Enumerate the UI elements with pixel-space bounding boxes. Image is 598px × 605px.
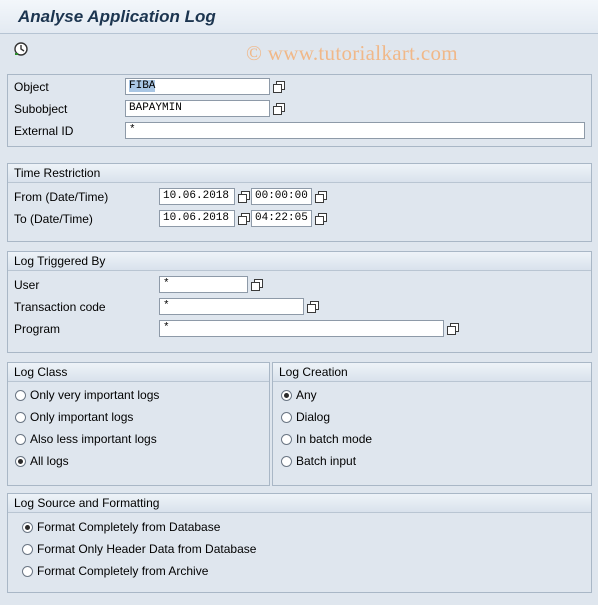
user-value-help-button[interactable]	[249, 276, 264, 292]
group-heading: Time Restriction	[8, 164, 591, 183]
from-date-help-button[interactable]	[236, 188, 251, 204]
watermark: © www.tutorialkart.com	[246, 41, 458, 65]
log-source-option[interactable]: Format Completely from Database	[22, 520, 220, 534]
from-label: From (Date/Time)	[14, 190, 109, 204]
log-class-group: Log Class Only very important logs Only …	[7, 362, 270, 486]
radio-button-icon	[15, 411, 26, 423]
to-label: To (Date/Time)	[14, 212, 93, 226]
external-id-input[interactable]: *	[125, 122, 585, 139]
log-source-option[interactable]: Format Completely from Archive	[22, 564, 208, 578]
radio-button-icon	[22, 565, 33, 577]
group-heading: Log Triggered By	[8, 252, 591, 271]
user-input[interactable]: *	[159, 276, 248, 293]
clock-execute-icon	[14, 42, 28, 56]
log-creation-group: Log Creation Any Dialog In batch mode Ba…	[272, 362, 592, 486]
from-time-input[interactable]: 00:00:00	[251, 188, 312, 205]
user-label: User	[14, 278, 40, 292]
log-source-option[interactable]: Format Only Header Data from Database	[22, 542, 256, 556]
to-time-input[interactable]: 04:22:05	[251, 210, 312, 227]
transaction-code-input[interactable]: *	[159, 298, 304, 315]
radio-button-icon	[281, 455, 292, 467]
group-heading: Log Class	[8, 363, 269, 382]
program-value-help-button[interactable]	[445, 320, 460, 336]
group-heading: Log Source and Formatting	[8, 494, 591, 513]
radio-button-icon	[15, 433, 26, 445]
to-date-help-button[interactable]	[236, 210, 251, 226]
log-creation-option[interactable]: In batch mode	[281, 432, 372, 446]
object-value-help-button[interactable]	[271, 78, 286, 94]
transaction-code-help-button[interactable]	[305, 298, 320, 314]
to-date-input[interactable]: 10.06.2018	[159, 210, 235, 227]
program-input[interactable]: *	[159, 320, 444, 337]
log-class-option[interactable]: Only very important logs	[15, 388, 159, 402]
transaction-code-label: Transaction code	[14, 300, 106, 314]
log-class-option[interactable]: All logs	[15, 454, 69, 468]
object-input[interactable]: FIBA	[125, 78, 270, 95]
radio-button-icon	[281, 433, 292, 445]
log-creation-option[interactable]: Any	[281, 388, 317, 402]
external-id-label: External ID	[14, 124, 74, 138]
selection-block: Object FIBA Subobject BAPAYMIN External …	[7, 74, 592, 147]
log-creation-option[interactable]: Batch input	[281, 454, 356, 468]
log-triggered-by-group: Log Triggered By User * Transaction code…	[7, 251, 592, 353]
subobject-input[interactable]: BAPAYMIN	[125, 100, 270, 117]
log-source-group: Log Source and Formatting Format Complet…	[7, 493, 592, 593]
radio-button-icon	[15, 389, 26, 401]
group-heading: Log Creation	[273, 363, 591, 382]
from-date-input[interactable]: 10.06.2018	[159, 188, 235, 205]
subobject-label: Subobject	[14, 102, 68, 116]
title-bar: Analyse Application Log	[0, 0, 598, 34]
radio-button-icon	[22, 543, 33, 555]
object-label: Object	[14, 80, 49, 94]
page-title: Analyse Application Log	[18, 7, 216, 26]
time-restriction-group: Time Restriction From (Date/Time) 10.06.…	[7, 163, 592, 242]
radio-button-icon	[281, 411, 292, 423]
log-class-option[interactable]: Only important logs	[15, 410, 133, 424]
program-label: Program	[14, 322, 61, 336]
radio-button-selected-icon	[22, 521, 33, 533]
radio-button-selected-icon	[281, 389, 292, 401]
subobject-value-help-button[interactable]	[271, 100, 286, 116]
log-creation-option[interactable]: Dialog	[281, 410, 330, 424]
log-class-option[interactable]: Also less important logs	[15, 432, 157, 446]
radio-button-selected-icon	[15, 455, 26, 467]
from-time-help-button[interactable]	[313, 188, 328, 204]
execute-button[interactable]	[11, 40, 31, 58]
to-time-help-button[interactable]	[313, 210, 328, 226]
